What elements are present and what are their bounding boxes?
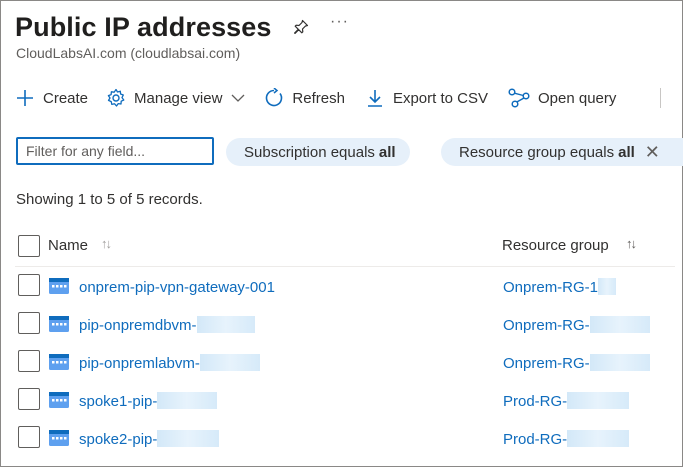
gear-icon xyxy=(107,88,125,107)
redacted-text xyxy=(589,354,650,371)
resource-name-link[interactable]: pip-onpremlabvm- xyxy=(79,354,260,372)
resource-group-filter-pill[interactable]: Resource group equals all ✕ xyxy=(441,138,683,166)
redacted-text xyxy=(157,392,218,409)
resource-name-link[interactable]: onprem-pip-vpn-gateway-001 xyxy=(79,278,275,296)
subscription-filter-value: all xyxy=(378,143,396,161)
chevron-down-icon xyxy=(231,94,245,102)
resource-name: pip-onpremdbvm- xyxy=(79,317,197,334)
open-query-button[interactable]: Open query xyxy=(508,81,624,115)
manage-view-button[interactable]: Manage view xyxy=(106,81,254,115)
open-query-label: Open query xyxy=(538,89,617,107)
public-ip-icon xyxy=(49,354,69,370)
refresh-button[interactable]: Refresh xyxy=(264,81,353,115)
resource-name-link[interactable]: spoke2-pip- xyxy=(79,430,220,448)
row-checkbox[interactable] xyxy=(18,426,40,448)
toolbar-divider xyxy=(660,88,661,108)
resource-group-name: Onprem-RG-1 xyxy=(503,279,599,296)
download-icon xyxy=(367,90,382,107)
table-row: spoke2-pip- Prod-RG- xyxy=(15,419,675,457)
page-header: Public IP addresses xyxy=(15,9,272,45)
refresh-label: Refresh xyxy=(292,89,345,107)
resource-name: spoke1-pip- xyxy=(79,393,158,410)
export-csv-button[interactable]: Export to CSV xyxy=(365,81,496,115)
grid-body: onprem-pip-vpn-gateway-001 Onprem-RG-1 p… xyxy=(15,267,675,457)
records-count: Showing 1 to 5 of 5 records. xyxy=(16,191,203,208)
select-all-checkbox[interactable] xyxy=(18,235,40,257)
table-row: pip-onpremlabvm- Onprem-RG- xyxy=(15,343,675,381)
resource-name-link[interactable]: pip-onpremdbvm- xyxy=(79,316,255,334)
resource-group-link[interactable]: Onprem-RG- xyxy=(503,316,650,334)
grid-header: Name ↑↓ Resource group ↑↓ xyxy=(15,231,675,267)
create-label: Create xyxy=(43,89,89,107)
plus-icon xyxy=(17,90,33,106)
row-checkbox[interactable] xyxy=(18,388,40,410)
row-checkbox[interactable] xyxy=(18,274,40,296)
manage-view-label: Manage view xyxy=(134,89,223,107)
redacted-text xyxy=(598,278,617,295)
column-header-name[interactable]: Name xyxy=(48,237,88,254)
resource-group-link[interactable]: Onprem-RG- xyxy=(503,354,650,372)
sort-icon[interactable]: ↑↓ xyxy=(101,236,112,251)
resource-group-name: Onprem-RG- xyxy=(503,317,590,334)
row-checkbox[interactable] xyxy=(18,350,40,372)
resource-group-link[interactable]: Onprem-RG-1 xyxy=(503,278,617,296)
redacted-text xyxy=(567,430,630,447)
filter-input[interactable] xyxy=(16,137,214,165)
refresh-icon xyxy=(266,88,283,107)
public-ip-icon xyxy=(49,392,69,408)
close-icon[interactable]: ✕ xyxy=(645,142,660,163)
redacted-text xyxy=(199,354,260,371)
resource-group-filter-value: all xyxy=(618,143,635,161)
resource-name-link[interactable]: spoke1-pip- xyxy=(79,392,218,410)
more-options-icon[interactable]: ··· xyxy=(330,13,349,31)
redacted-text xyxy=(589,316,650,333)
resource-name: spoke2-pip- xyxy=(79,431,158,448)
column-header-resource-group[interactable]: Resource group xyxy=(502,237,609,254)
resource-group-link[interactable]: Prod-RG- xyxy=(503,430,630,448)
query-icon xyxy=(508,88,530,108)
page-title: Public IP addresses xyxy=(15,11,272,42)
redacted-text xyxy=(157,430,220,447)
resource-group-link[interactable]: Prod-RG- xyxy=(503,392,630,410)
public-ip-icon xyxy=(49,430,69,446)
resource-group-name: Onprem-RG- xyxy=(503,355,590,372)
table-row: pip-onpremdbvm- Onprem-RG- xyxy=(15,305,675,343)
pin-icon[interactable] xyxy=(292,18,310,36)
resource-name: onprem-pip-vpn-gateway-001 xyxy=(79,279,275,296)
directory-subtitle: CloudLabsAI.com (cloudlabsai.com) xyxy=(16,45,241,61)
sort-icon[interactable]: ↑↓ xyxy=(626,236,637,251)
redacted-text xyxy=(567,392,630,409)
redacted-text xyxy=(196,316,255,333)
row-checkbox[interactable] xyxy=(18,312,40,334)
public-ip-icon xyxy=(49,316,69,332)
table-row: spoke1-pip- Prod-RG- xyxy=(15,381,675,419)
resource-name: pip-onpremlabvm- xyxy=(79,355,200,372)
export-csv-label: Export to CSV xyxy=(392,89,488,107)
resource-group-name: Prod-RG- xyxy=(503,393,568,410)
subscription-filter-label: Subscription equals xyxy=(244,143,375,161)
public-ip-icon xyxy=(49,278,69,294)
resource-grid: Name ↑↓ Resource group ↑↓ onprem-pip-vpn… xyxy=(15,231,675,457)
resource-group-filter-label: Resource group equals xyxy=(459,143,615,161)
table-row: onprem-pip-vpn-gateway-001 Onprem-RG-1 xyxy=(15,267,675,305)
subscription-filter-pill[interactable]: Subscription equals all xyxy=(226,138,410,166)
create-button[interactable]: Create xyxy=(15,81,96,115)
command-bar: Create Manage view Refresh Export to CSV… xyxy=(15,81,670,115)
resource-group-name: Prod-RG- xyxy=(503,431,568,448)
